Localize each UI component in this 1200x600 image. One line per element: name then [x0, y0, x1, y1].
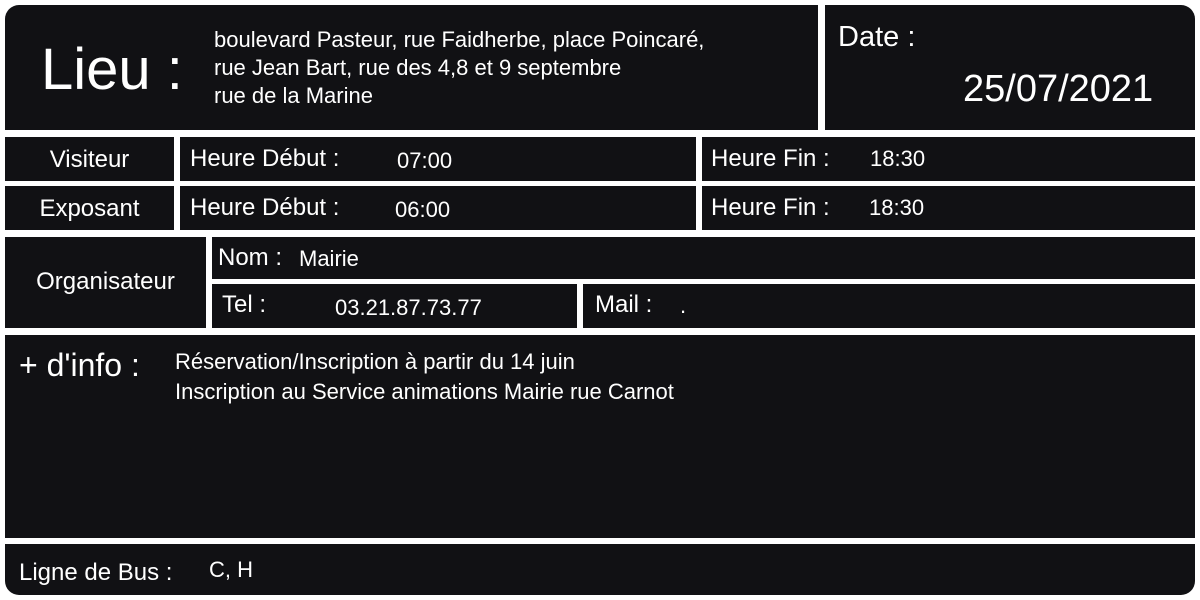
visiteur-start-cell: Heure Début : 07:00: [180, 137, 696, 181]
date-section: Date : 25/07/2021: [825, 5, 1195, 130]
date-label: Date :: [838, 21, 916, 53]
bus-section: Ligne de Bus : C, H: [5, 544, 1195, 595]
exposant-end-value: 18:30: [869, 195, 925, 220]
visiteur-end-label: Heure Fin :: [711, 145, 830, 172]
visiteur-label-cell: Visiteur: [5, 137, 174, 181]
lieu-line-3: rue de la Marine: [214, 83, 373, 108]
event-info-card: Lieu : boulevard Pasteur, rue Faidherbe,…: [0, 0, 1200, 600]
bus-value: C, H: [209, 557, 253, 582]
visiteur-start-value: 07:00: [397, 148, 453, 173]
bus-label: Ligne de Bus :: [19, 559, 173, 586]
lieu-label: Lieu :: [41, 37, 183, 102]
exposant-label-cell: Exposant: [5, 186, 174, 230]
exposant-end-label: Heure Fin :: [711, 194, 830, 221]
visiteur-label: Visiteur: [49, 146, 130, 173]
lieu-line-2: rue Jean Bart, rue des 4,8 et 9 septembr…: [214, 55, 622, 80]
lieu-line-1: boulevard Pasteur, rue Faidherbe, place …: [214, 27, 705, 52]
exposant-end-cell: Heure Fin : 18:30: [702, 186, 1195, 230]
organisateur-tel-value: 03.21.87.73.77: [335, 295, 482, 320]
organisateur-mail-value: .: [680, 293, 687, 318]
organisateur-mail-cell: Mail : .: [583, 284, 1195, 328]
visiteur-start-label: Heure Début :: [190, 145, 340, 172]
organisateur-mail-label: Mail :: [595, 291, 653, 318]
organisateur-label-cell: Organisateur: [5, 237, 206, 328]
exposant-start-label: Heure Début :: [190, 194, 340, 221]
exposant-label: Exposant: [39, 195, 140, 222]
info-line-1: Réservation/Inscription à partir du 14 j…: [175, 349, 575, 374]
exposant-start-value: 06:00: [395, 197, 451, 222]
lieu-section: Lieu : boulevard Pasteur, rue Faidherbe,…: [5, 5, 818, 130]
organisateur-tel-label: Tel :: [222, 291, 267, 318]
visiteur-end-cell: Heure Fin : 18:30: [702, 137, 1195, 181]
organisateur-label: Organisateur: [36, 268, 175, 295]
exposant-start-cell: Heure Début : 06:00: [180, 186, 696, 230]
organisateur-nom-cell: Nom : Mairie: [212, 237, 1195, 279]
visiteur-end-value: 18:30: [870, 146, 926, 171]
organisateur-nom-value: Mairie: [299, 246, 359, 271]
organisateur-nom-label: Nom :: [218, 244, 283, 271]
date-value: 25/07/2021: [963, 68, 1154, 110]
organisateur-tel-cell: Tel : 03.21.87.73.77: [212, 284, 577, 328]
info-label: + d'info :: [19, 347, 140, 383]
info-section: + d'info : Réservation/Inscription à par…: [5, 335, 1195, 538]
info-line-2: Inscription au Service animations Mairie…: [175, 379, 674, 404]
